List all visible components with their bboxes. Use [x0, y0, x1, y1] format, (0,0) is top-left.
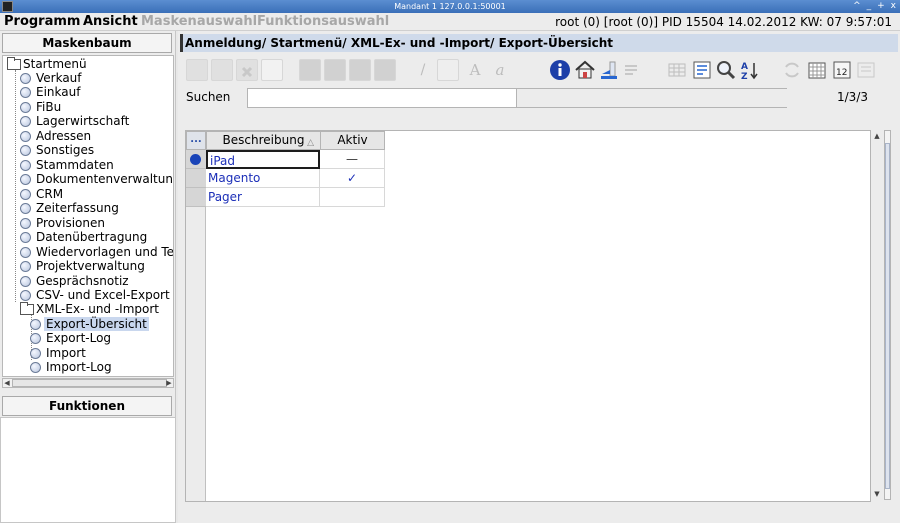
menu-funktionsauswahl: Funktionsauswahl — [257, 14, 390, 29]
menu-programm[interactable]: Programm — [4, 14, 80, 30]
node-icon — [30, 333, 41, 344]
functions-header[interactable]: Funktionen — [2, 396, 172, 416]
breadcrumb: Anmeldung/ Startmenü/ XML-Ex- und -Impor… — [180, 34, 898, 52]
node-icon — [20, 174, 31, 185]
search-input[interactable] — [247, 88, 517, 108]
current-row-icon — [190, 154, 201, 165]
node-icon — [20, 73, 31, 84]
insert-icon[interactable] — [211, 59, 233, 81]
search-icon[interactable] — [715, 59, 737, 81]
svg-text:12: 12 — [836, 68, 847, 78]
column-header-aktiv[interactable]: Aktiv — [320, 131, 385, 150]
left-panel: Maskenbaum Startmenü Verkauf Einkauf FiB… — [0, 31, 176, 523]
forward-icon[interactable] — [621, 59, 643, 81]
checkbox-aktiv[interactable] — [320, 188, 385, 207]
grid-vertical-scrollbar[interactable]: ▲ ▼ — [871, 130, 891, 502]
svg-text:Z: Z — [741, 72, 748, 81]
form-view-icon[interactable] — [691, 59, 713, 81]
session-status: root (0) [root (0)] PID 15504 14.02.2012… — [555, 15, 892, 29]
mask-tree: Startmenü Verkauf Einkauf FiBu Lagerwirt… — [2, 55, 174, 377]
first-record-icon[interactable] — [299, 59, 321, 81]
row-header[interactable] — [186, 188, 206, 207]
maximize-window-button[interactable]: + — [877, 0, 885, 13]
font-alt-icon[interactable]: a — [489, 59, 511, 81]
scroll-up-icon[interactable]: ▲ — [873, 132, 881, 140]
search-input-extension — [517, 88, 787, 108]
node-icon — [20, 160, 31, 171]
node-icon — [20, 189, 31, 200]
refresh-icon[interactable] — [781, 59, 803, 81]
cell-beschreibung[interactable]: iPad — [206, 150, 320, 169]
grid-corner-button[interactable]: ... — [186, 131, 206, 150]
node-icon — [20, 218, 31, 229]
checkbox-aktiv[interactable]: ✓ — [320, 169, 385, 188]
node-icon — [30, 319, 41, 330]
prev-record-icon[interactable] — [324, 59, 346, 81]
scrollbar-thumb[interactable] — [885, 143, 890, 489]
last-record-icon[interactable] — [374, 59, 396, 81]
node-icon — [20, 232, 31, 243]
search-row: Suchen 1/3/3 — [184, 88, 898, 108]
scroll-left-icon[interactable]: ◀ — [3, 379, 11, 387]
copy-icon[interactable] — [437, 59, 459, 81]
tree-horizontal-scrollbar[interactable]: ◀ ▶ — [2, 378, 174, 388]
node-icon — [20, 145, 31, 156]
layout-icon[interactable] — [855, 59, 877, 81]
window-title: Mandant 1 127.0.0.1:50001 — [394, 2, 506, 11]
edit-icon[interactable]: / — [412, 59, 434, 81]
node-icon — [30, 362, 41, 373]
node-icon — [20, 261, 31, 272]
close-window-button[interactable]: x — [891, 0, 896, 13]
node-icon — [20, 276, 31, 287]
new-record-icon[interactable] — [186, 59, 208, 81]
toolbar: / A a AZ 12 — [184, 59, 898, 82]
window-titlebar: Mandant 1 127.0.0.1:50001 ^ _ + x — [0, 0, 900, 13]
row-header[interactable] — [186, 169, 206, 188]
delete-icon[interactable] — [236, 59, 258, 81]
back-icon[interactable] — [598, 59, 620, 81]
scrollbar-track[interactable] — [884, 130, 891, 500]
data-grid: ... Beschreibung △ Aktiv iPad — Magento … — [185, 130, 871, 502]
node-icon — [20, 290, 31, 301]
node-icon — [20, 247, 31, 258]
info-icon[interactable] — [549, 59, 571, 81]
node-icon — [20, 87, 31, 98]
main-panel: Anmeldung/ Startmenü/ XML-Ex- und -Impor… — [178, 31, 900, 523]
node-icon — [30, 348, 41, 359]
table-view-icon[interactable] — [666, 59, 688, 81]
menu-maskenauswahl: Maskenauswahl — [141, 14, 258, 29]
node-icon — [20, 203, 31, 214]
search-label: Suchen — [186, 90, 231, 104]
menu-ansicht[interactable]: Ansicht — [83, 14, 138, 30]
next-record-icon[interactable] — [349, 59, 371, 81]
svg-text:A: A — [741, 62, 748, 72]
cell-beschreibung[interactable]: Magento — [206, 169, 320, 188]
scroll-down-icon[interactable]: ▼ — [873, 490, 881, 498]
node-icon — [20, 131, 31, 142]
cell-beschreibung[interactable]: Pager — [206, 188, 320, 207]
blank-icon[interactable] — [261, 59, 283, 81]
sort-az-icon[interactable]: AZ — [739, 59, 761, 82]
folder-open-icon — [7, 57, 21, 70]
row-header[interactable] — [186, 150, 206, 169]
scroll-right-icon[interactable]: ▶ — [165, 379, 173, 387]
font-icon[interactable]: A — [464, 59, 486, 81]
calendar-icon[interactable] — [806, 59, 828, 81]
mask-tree-header[interactable]: Maskenbaum — [2, 33, 172, 53]
folder-open-icon — [20, 302, 34, 315]
node-icon — [20, 116, 31, 127]
menubar: Programm Ansicht Maskenauswahl Funktions… — [0, 13, 900, 31]
functions-panel — [0, 417, 176, 523]
home-icon[interactable] — [574, 59, 596, 81]
checkbox-aktiv[interactable]: — — [320, 150, 385, 169]
number-12-icon[interactable]: 12 — [831, 59, 853, 81]
column-header-beschreibung[interactable]: Beschreibung △ — [206, 131, 321, 150]
scrollbar-thumb[interactable] — [12, 379, 167, 387]
node-icon — [20, 102, 31, 113]
minimize-window-button[interactable]: _ — [867, 0, 872, 13]
shade-window-button[interactable]: ^ — [853, 0, 861, 13]
record-count: 1/3/3 — [837, 90, 868, 104]
